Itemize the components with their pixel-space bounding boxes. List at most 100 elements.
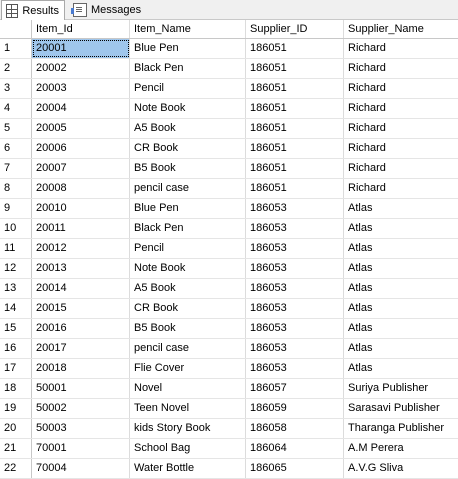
- results-grid[interactable]: Item_Id Item_Name Supplier_ID Supplier_N…: [0, 20, 458, 479]
- item-name-cell[interactable]: B5 Book: [130, 159, 246, 178]
- item-id-cell[interactable]: 50001: [32, 379, 130, 398]
- item-name-cell[interactable]: Blue Pen: [130, 199, 246, 218]
- item-id-cell[interactable]: 20012: [32, 239, 130, 258]
- row-number-cell[interactable]: 5: [0, 119, 32, 138]
- column-header-supplier-name[interactable]: Supplier_Name: [344, 20, 458, 38]
- supplier-id-cell[interactable]: 186053: [246, 219, 344, 238]
- table-row[interactable]: 6 20006 CR Book 186051 Richard: [0, 139, 458, 159]
- item-id-cell[interactable]: 20011: [32, 219, 130, 238]
- row-number-cell[interactable]: 10: [0, 219, 32, 238]
- row-number-cell[interactable]: 20: [0, 419, 32, 438]
- supplier-id-cell[interactable]: 186053: [246, 299, 344, 318]
- item-id-cell[interactable]: 20003: [32, 79, 130, 98]
- table-row[interactable]: 12 20013 Note Book 186053 Atlas: [0, 259, 458, 279]
- table-row[interactable]: 7 20007 B5 Book 186051 Richard: [0, 159, 458, 179]
- supplier-id-cell[interactable]: 186051: [246, 79, 344, 98]
- item-id-cell[interactable]: 20016: [32, 319, 130, 338]
- table-row[interactable]: 8 20008 pencil case 186051 Richard: [0, 179, 458, 199]
- table-row[interactable]: 3 20003 Pencil 186051 Richard: [0, 79, 458, 99]
- item-id-cell[interactable]: 50002: [32, 399, 130, 418]
- row-number-cell[interactable]: 22: [0, 459, 32, 478]
- item-name-cell[interactable]: CR Book: [130, 139, 246, 158]
- item-name-cell[interactable]: Novel: [130, 379, 246, 398]
- item-id-cell[interactable]: 20018: [32, 359, 130, 378]
- item-name-cell[interactable]: Pencil: [130, 239, 246, 258]
- supplier-id-cell[interactable]: 186051: [246, 59, 344, 78]
- row-number-cell[interactable]: 2: [0, 59, 32, 78]
- supplier-id-cell[interactable]: 186051: [246, 119, 344, 138]
- item-id-cell[interactable]: 20005: [32, 119, 130, 138]
- supplier-name-cell[interactable]: Suriya Publisher: [344, 379, 458, 398]
- item-id-cell[interactable]: 20001: [32, 39, 130, 58]
- item-name-cell[interactable]: Note Book: [130, 99, 246, 118]
- row-number-cell[interactable]: 16: [0, 339, 32, 358]
- table-row[interactable]: 20 50003 kids Story Book 186058 Tharanga Pub…: [0, 419, 458, 439]
- item-name-cell[interactable]: Flie Cover: [130, 359, 246, 378]
- supplier-name-cell[interactable]: Richard: [344, 119, 458, 138]
- table-row[interactable]: 21 70001 School Bag 186064 A.M Perera: [0, 439, 458, 459]
- row-number-header[interactable]: [0, 20, 32, 38]
- supplier-name-cell[interactable]: Atlas: [344, 339, 458, 358]
- row-number-cell[interactable]: 17: [0, 359, 32, 378]
- supplier-id-cell[interactable]: 186057: [246, 379, 344, 398]
- column-header-item-id[interactable]: Item_Id: [32, 20, 130, 38]
- item-name-cell[interactable]: Teen Novel: [130, 399, 246, 418]
- supplier-name-cell[interactable]: A.M Perera: [344, 439, 458, 458]
- supplier-id-cell[interactable]: 186051: [246, 139, 344, 158]
- supplier-name-cell[interactable]: Atlas: [344, 299, 458, 318]
- table-row[interactable]: 14 20015 CR Book 186053 Atlas: [0, 299, 458, 319]
- table-row[interactable]: 10 20011 Black Pen 186053 Atlas: [0, 219, 458, 239]
- item-name-cell[interactable]: Water Bottle: [130, 459, 246, 478]
- supplier-name-cell[interactable]: Richard: [344, 139, 458, 158]
- supplier-id-cell[interactable]: 186051: [246, 39, 344, 58]
- item-name-cell[interactable]: Blue Pen: [130, 39, 246, 58]
- row-number-cell[interactable]: 18: [0, 379, 32, 398]
- item-id-cell[interactable]: 20017: [32, 339, 130, 358]
- tab-results[interactable]: Results: [1, 0, 65, 20]
- table-row[interactable]: 13 20014 A5 Book 186053 Atlas: [0, 279, 458, 299]
- table-row[interactable]: 15 20016 B5 Book 186053 Atlas: [0, 319, 458, 339]
- supplier-name-cell[interactable]: Atlas: [344, 239, 458, 258]
- row-number-cell[interactable]: 8: [0, 179, 32, 198]
- supplier-id-cell[interactable]: 186053: [246, 339, 344, 358]
- row-number-cell[interactable]: 12: [0, 259, 32, 278]
- item-id-cell[interactable]: 70001: [32, 439, 130, 458]
- item-id-cell[interactable]: 20004: [32, 99, 130, 118]
- item-name-cell[interactable]: pencil case: [130, 339, 246, 358]
- row-number-cell[interactable]: 19: [0, 399, 32, 418]
- supplier-name-cell[interactable]: Sarasavi Publisher: [344, 399, 458, 418]
- item-name-cell[interactable]: CR Book: [130, 299, 246, 318]
- supplier-id-cell[interactable]: 186051: [246, 179, 344, 198]
- row-number-cell[interactable]: 14: [0, 299, 32, 318]
- supplier-id-cell[interactable]: 186051: [246, 99, 344, 118]
- item-name-cell[interactable]: School Bag: [130, 439, 246, 458]
- item-id-cell[interactable]: 20010: [32, 199, 130, 218]
- table-row[interactable]: 5 20005 A5 Book 186051 Richard: [0, 119, 458, 139]
- item-name-cell[interactable]: Pencil: [130, 79, 246, 98]
- row-number-cell[interactable]: 13: [0, 279, 32, 298]
- supplier-name-cell[interactable]: Atlas: [344, 219, 458, 238]
- supplier-name-cell[interactable]: Atlas: [344, 259, 458, 278]
- tab-messages[interactable]: Messages: [69, 0, 149, 19]
- supplier-name-cell[interactable]: Atlas: [344, 359, 458, 378]
- table-row[interactable]: 19 50002 Teen Novel 186059 Sarasavi Publishe…: [0, 399, 458, 419]
- row-number-cell[interactable]: 1: [0, 39, 32, 58]
- supplier-name-cell[interactable]: Atlas: [344, 199, 458, 218]
- supplier-name-cell[interactable]: Richard: [344, 39, 458, 58]
- supplier-name-cell[interactable]: A.V.G Sliva: [344, 459, 458, 478]
- supplier-name-cell[interactable]: Richard: [344, 59, 458, 78]
- supplier-name-cell[interactable]: Tharanga Publisher: [344, 419, 458, 438]
- supplier-id-cell[interactable]: 186053: [246, 359, 344, 378]
- table-row[interactable]: 17 20018 Flie Cover 186053 Atlas: [0, 359, 458, 379]
- item-id-cell[interactable]: 50003: [32, 419, 130, 438]
- row-number-cell[interactable]: 9: [0, 199, 32, 218]
- row-number-cell[interactable]: 6: [0, 139, 32, 158]
- supplier-id-cell[interactable]: 186053: [246, 319, 344, 338]
- table-row[interactable]: 22 70004 Water Bottle 186065 A.V.G Sliva: [0, 459, 458, 479]
- supplier-id-cell[interactable]: 186058: [246, 419, 344, 438]
- item-name-cell[interactable]: B5 Book: [130, 319, 246, 338]
- item-name-cell[interactable]: A5 Book: [130, 279, 246, 298]
- item-name-cell[interactable]: A5 Book: [130, 119, 246, 138]
- supplier-id-cell[interactable]: 186064: [246, 439, 344, 458]
- supplier-id-cell[interactable]: 186053: [246, 199, 344, 218]
